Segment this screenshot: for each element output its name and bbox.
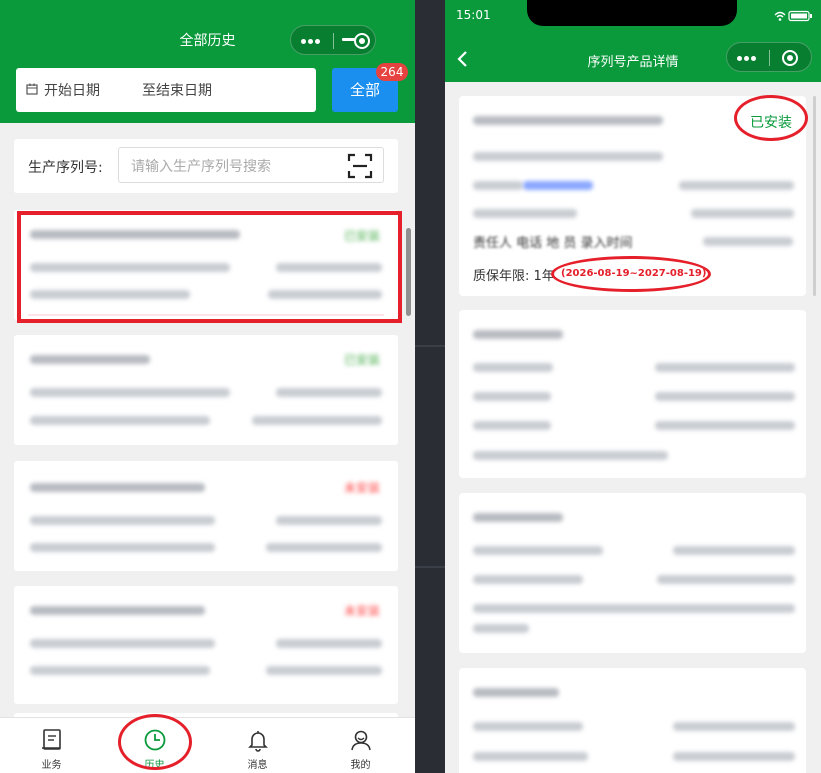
history-record-card[interactable]: 未安装 bbox=[14, 461, 398, 571]
info-line bbox=[473, 181, 523, 190]
info-line bbox=[473, 575, 583, 584]
close-target-icon[interactable] bbox=[781, 49, 799, 67]
record-title bbox=[30, 606, 205, 615]
record-line bbox=[276, 639, 382, 648]
section-title bbox=[473, 513, 563, 522]
record-line bbox=[276, 388, 382, 397]
info-line bbox=[655, 363, 795, 372]
record-line bbox=[30, 416, 210, 425]
history-record-card[interactable]: 已安装 bbox=[14, 335, 398, 445]
product-name bbox=[473, 116, 663, 125]
annotation-box bbox=[17, 211, 402, 323]
tab-profile[interactable]: 我的 bbox=[309, 718, 412, 773]
tab-label: 消息 bbox=[247, 760, 268, 771]
annotation-circle bbox=[551, 256, 711, 292]
section-title bbox=[473, 330, 563, 339]
record-line bbox=[30, 516, 215, 525]
info-line bbox=[473, 421, 551, 430]
miniprogram-capsule bbox=[726, 42, 812, 72]
tab-bar: 业务 历史 消息 我的 bbox=[0, 717, 415, 773]
header-bar: 15:01 序列号产品详情 bbox=[445, 0, 821, 82]
record-line bbox=[30, 666, 210, 675]
product-info-card bbox=[459, 668, 806, 773]
end-date-field[interactable]: 结束日期 bbox=[156, 80, 212, 100]
scrollbar[interactable] bbox=[406, 228, 411, 316]
divider bbox=[415, 345, 445, 347]
annotation-circle bbox=[734, 95, 808, 141]
capsule-divider bbox=[769, 50, 770, 66]
serial-placeholder: 请输入生产序列号搜索 bbox=[131, 159, 271, 175]
record-line bbox=[276, 516, 382, 525]
info-line bbox=[473, 363, 553, 372]
calendar-icon bbox=[26, 83, 38, 95]
record-line bbox=[30, 543, 215, 552]
scan-icon[interactable] bbox=[347, 153, 373, 179]
info-line bbox=[473, 546, 603, 555]
date-range-picker[interactable]: 开始日期 至 结束日期 bbox=[16, 68, 316, 112]
annotation-circle bbox=[118, 714, 192, 770]
warranty-label: 质保年限: 1年 bbox=[473, 269, 555, 284]
record-title bbox=[30, 483, 205, 492]
divider bbox=[415, 566, 445, 568]
info-line bbox=[473, 209, 577, 218]
history-record-card[interactable]: 未安装 bbox=[14, 586, 398, 704]
info-line bbox=[673, 752, 795, 761]
record-line bbox=[266, 543, 382, 552]
record-status: 未安装 bbox=[343, 481, 380, 495]
bell-icon bbox=[248, 731, 268, 752]
tab-label: 我的 bbox=[350, 760, 371, 771]
serial-search-card: 生产序列号: 请输入生产序列号搜索 bbox=[14, 139, 398, 193]
start-date-field[interactable]: 开始日期 bbox=[44, 80, 100, 100]
record-line bbox=[30, 639, 215, 648]
record-line bbox=[266, 666, 382, 675]
tab-messages[interactable]: 消息 bbox=[206, 718, 309, 773]
book-icon bbox=[42, 729, 61, 750]
partial-info-line: 责任人 电话 地 员 录入时间 bbox=[473, 236, 633, 251]
phone-notch bbox=[527, 0, 737, 26]
close-target-icon[interactable] bbox=[353, 32, 371, 50]
info-line bbox=[673, 722, 795, 731]
count-badge: 264 bbox=[376, 63, 408, 81]
record-title bbox=[30, 355, 150, 364]
window-gap bbox=[415, 0, 445, 773]
capsule-divider bbox=[333, 33, 334, 49]
product-info-card bbox=[459, 310, 806, 478]
history-screen: 全部历史 开始日期 至 结束日期 全部 264 生产序列号: 请输入生产序列号搜… bbox=[0, 0, 415, 773]
header-bar: 全部历史 开始日期 至 结束日期 全部 264 bbox=[0, 0, 415, 123]
more-icon[interactable] bbox=[737, 49, 759, 67]
section-title bbox=[473, 688, 559, 697]
status-icons bbox=[774, 10, 812, 22]
tab-business[interactable]: 业务 bbox=[0, 718, 103, 773]
scrollbar[interactable] bbox=[813, 96, 816, 296]
info-line bbox=[691, 209, 794, 218]
info-line bbox=[655, 392, 795, 401]
product-info-card bbox=[459, 493, 806, 653]
user-icon bbox=[351, 730, 371, 751]
info-line bbox=[473, 722, 583, 731]
info-line bbox=[473, 752, 588, 761]
info-line bbox=[703, 237, 793, 246]
record-status: 已安装 bbox=[343, 353, 380, 367]
info-line bbox=[673, 546, 795, 555]
serial-label: 生产序列号: bbox=[28, 160, 103, 176]
info-line bbox=[473, 392, 551, 401]
record-status: 未安装 bbox=[343, 604, 380, 618]
serial-search-input[interactable]: 请输入生产序列号搜索 bbox=[118, 147, 384, 183]
info-line bbox=[473, 152, 663, 161]
miniprogram-capsule bbox=[290, 25, 376, 55]
more-icon[interactable] bbox=[301, 32, 323, 50]
tab-label: 业务 bbox=[41, 760, 62, 771]
record-line bbox=[252, 416, 382, 425]
info-line bbox=[679, 181, 794, 190]
record-line bbox=[30, 388, 230, 397]
info-line bbox=[655, 421, 795, 430]
info-line bbox=[473, 604, 795, 613]
info-line bbox=[657, 575, 795, 584]
status-time: 15:01 bbox=[456, 8, 491, 22]
info-line bbox=[473, 451, 668, 460]
info-link[interactable] bbox=[523, 181, 593, 190]
info-line bbox=[473, 624, 529, 633]
date-separator: 至 bbox=[142, 83, 156, 99]
